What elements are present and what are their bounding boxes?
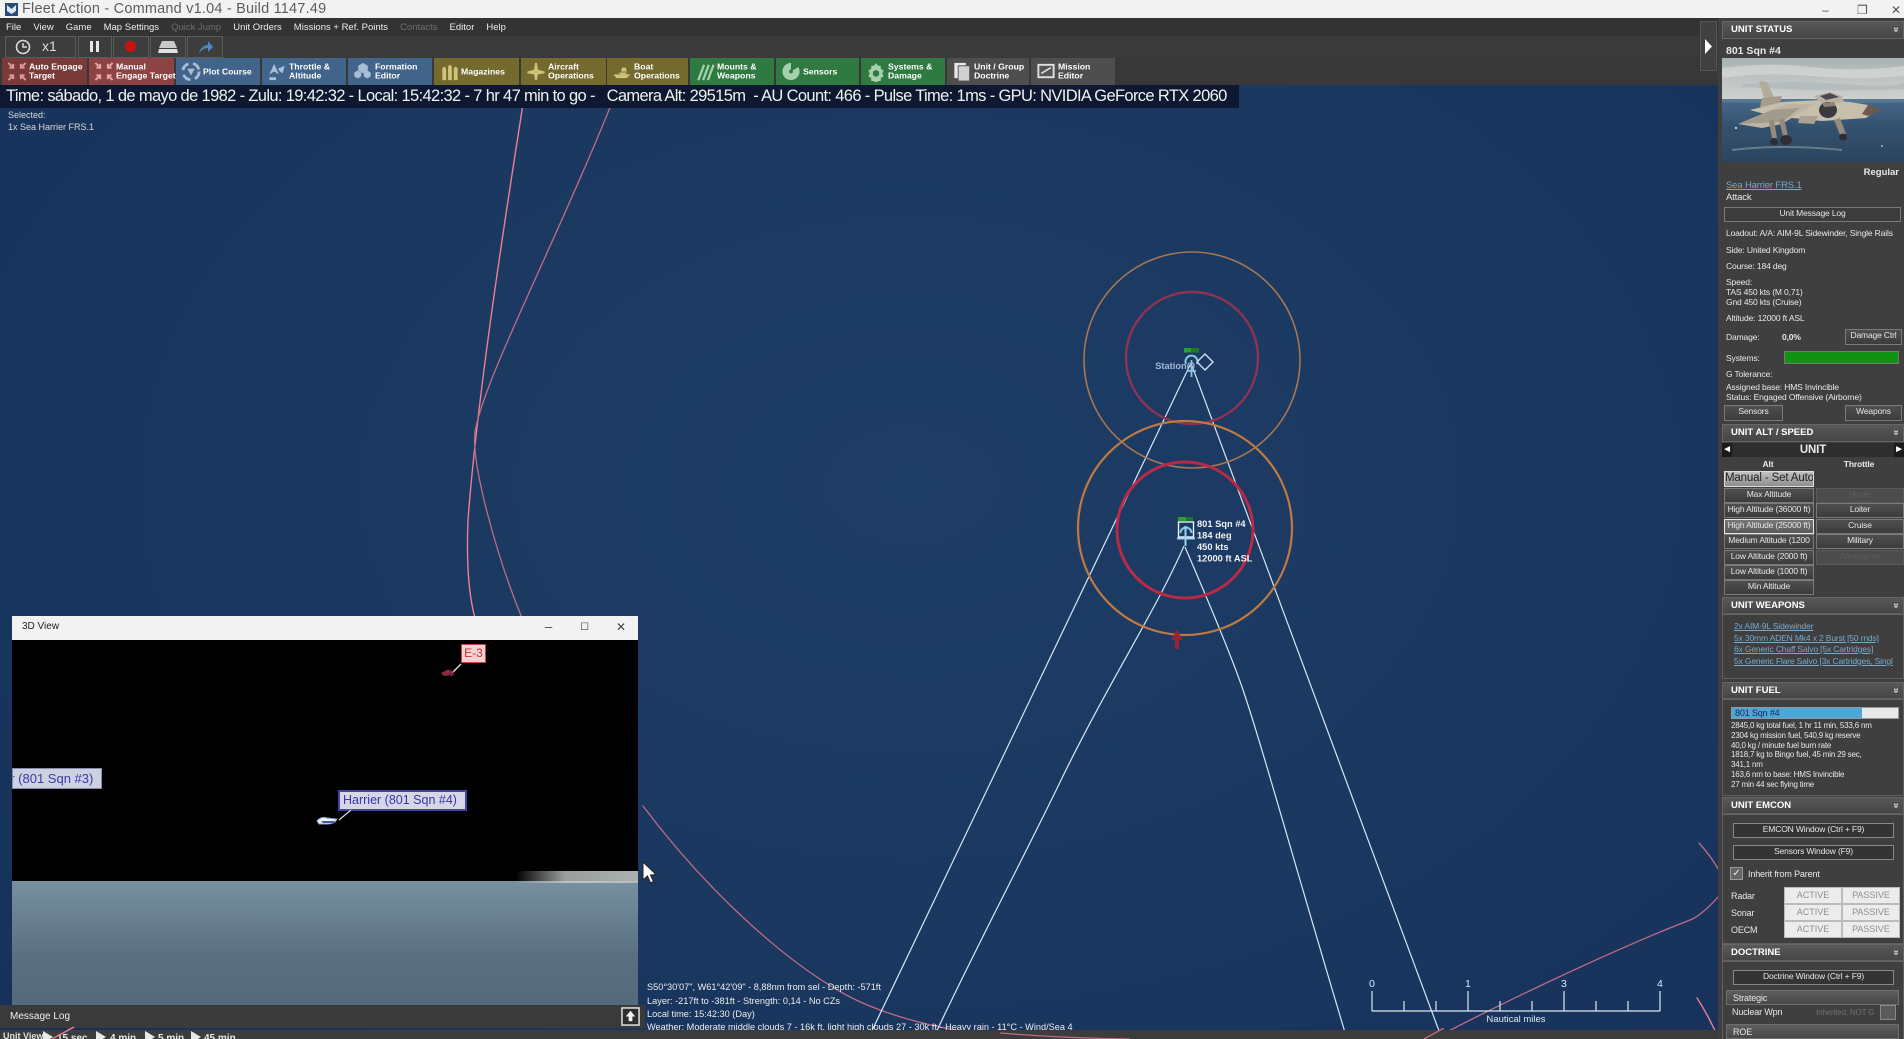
svg-text:184 deg: 184 deg	[1197, 531, 1232, 541]
svg-text:Nautical miles: Nautical miles	[1486, 1014, 1545, 1025]
svg-text:Station(0: Station(0	[1155, 361, 1195, 371]
svg-text:4 min: 4 min	[110, 1033, 136, 1039]
svg-text:0: 0	[1369, 978, 1375, 990]
svg-text:450 kts: 450 kts	[1197, 542, 1229, 552]
svg-text:801 Sqn #4: 801 Sqn #4	[1197, 519, 1246, 529]
svg-text:45 min: 45 min	[204, 1033, 236, 1039]
svg-text:5 min: 5 min	[158, 1033, 184, 1039]
svg-text:4: 4	[1657, 978, 1663, 990]
svg-text:12000 ft ASL: 12000 ft ASL	[1197, 554, 1253, 564]
svg-text:1: 1	[1465, 978, 1471, 990]
svg-text:3: 3	[1561, 978, 1567, 990]
